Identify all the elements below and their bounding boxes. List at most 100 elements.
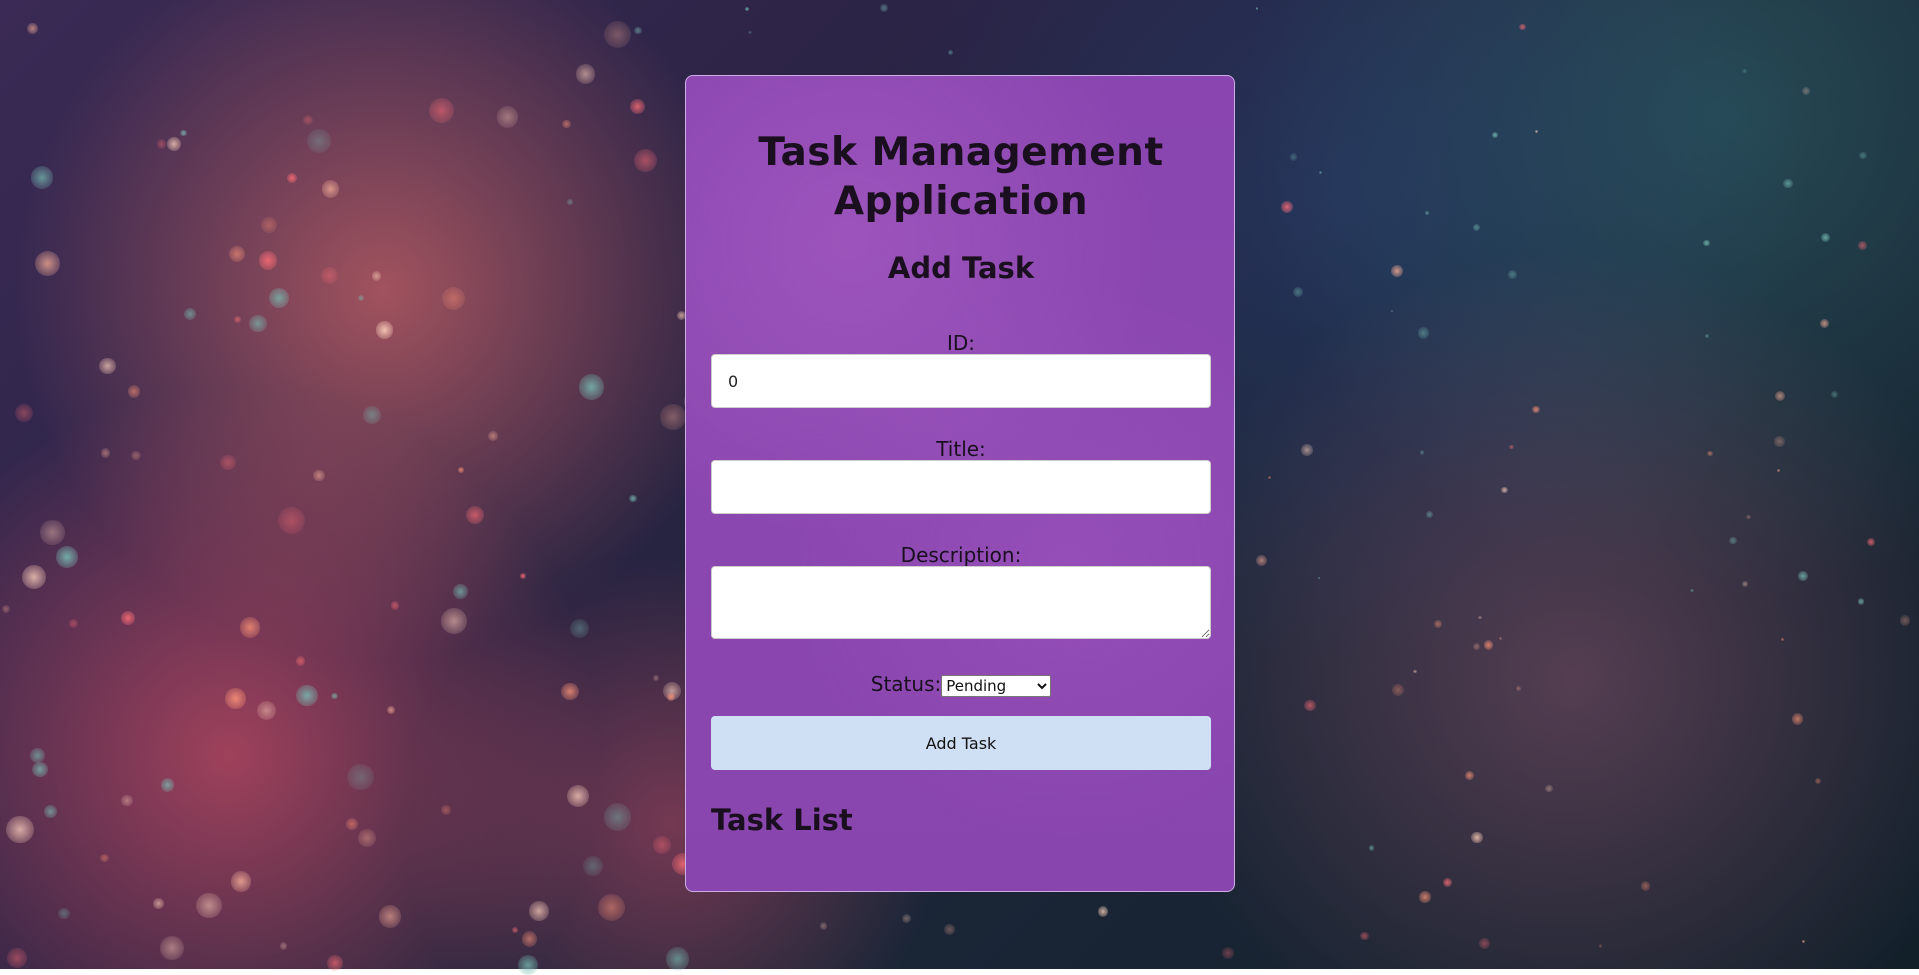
bokeh-dot — [1483, 640, 1494, 650]
bokeh-dot — [1317, 576, 1321, 579]
bokeh-dot — [528, 901, 549, 922]
bokeh-dot — [1479, 938, 1491, 950]
bokeh-dot — [1419, 891, 1431, 903]
bokeh-dot — [1729, 536, 1737, 545]
bokeh-dot — [582, 855, 604, 877]
bokeh-dot — [35, 251, 61, 277]
bokeh-dot — [948, 50, 953, 56]
bokeh-dot — [321, 180, 340, 198]
title-input[interactable] — [711, 460, 1211, 514]
bokeh-dot — [1491, 131, 1498, 138]
bokeh-dot — [313, 469, 325, 482]
bokeh-dot — [1471, 831, 1483, 844]
bokeh-dot — [1791, 713, 1804, 726]
bokeh-dot — [69, 619, 78, 628]
bokeh-dot — [224, 688, 246, 710]
bokeh-dot — [7, 948, 27, 968]
status-select[interactable]: Pending — [941, 674, 1052, 697]
bokeh-dot — [1499, 637, 1502, 640]
bokeh-dot — [258, 251, 278, 271]
bokeh-dot — [1477, 615, 1482, 620]
bokeh-dot — [183, 308, 197, 321]
add-task-button[interactable]: Add Task — [711, 716, 1211, 770]
description-textarea[interactable] — [711, 566, 1211, 639]
bokeh-dot — [1857, 598, 1865, 606]
bokeh-dot — [1391, 265, 1404, 277]
bokeh-dot — [465, 505, 485, 525]
bokeh-dot — [1391, 683, 1404, 696]
bokeh-dot — [1255, 7, 1258, 10]
bokeh-dot — [1501, 486, 1508, 494]
bokeh-dot — [452, 584, 468, 600]
bokeh-dot — [30, 748, 46, 764]
bokeh-dot — [570, 618, 590, 639]
bokeh-dot — [604, 20, 632, 48]
id-input[interactable] — [711, 354, 1211, 408]
bokeh-dot — [1434, 620, 1442, 628]
bokeh-dot — [1304, 699, 1316, 712]
bokeh-dot — [228, 245, 246, 263]
bokeh-dot — [160, 778, 175, 793]
bokeh-dot — [56, 546, 78, 568]
bokeh-dot — [307, 129, 332, 154]
bokeh-dot — [1802, 939, 1806, 944]
bokeh-dot — [376, 321, 394, 339]
bokeh-dot — [511, 926, 518, 933]
bokeh-dot — [634, 148, 657, 172]
bokeh-dot — [362, 406, 382, 425]
bokeh-dot — [1742, 68, 1747, 74]
bokeh-dot — [629, 98, 645, 114]
bokeh-dot — [1798, 571, 1809, 581]
bokeh-dot — [1368, 845, 1375, 851]
bokeh-dot — [22, 564, 47, 589]
bokeh-dot — [286, 172, 297, 183]
bokeh-dot — [1858, 241, 1867, 250]
description-label: Description: — [900, 543, 1022, 567]
bokeh-dot — [1508, 270, 1517, 280]
bokeh-dot — [295, 655, 306, 666]
bokeh-dot — [578, 374, 605, 401]
bokeh-dot — [14, 403, 33, 422]
bokeh-dot — [1781, 638, 1784, 642]
bokeh-dot — [1535, 130, 1539, 134]
bokeh-dot — [58, 907, 70, 919]
bokeh-dot — [99, 853, 109, 863]
bokeh-dot — [652, 674, 660, 682]
bokeh-dot — [1707, 450, 1713, 457]
bokeh-dot — [303, 114, 314, 126]
bokeh-dot — [156, 139, 167, 149]
bokeh-dot — [1318, 171, 1322, 175]
bokeh-dot — [219, 454, 236, 471]
bokeh-dot — [1815, 777, 1822, 784]
bokeh-dot — [1465, 771, 1474, 781]
bokeh-dot — [662, 681, 681, 701]
bokeh-dot — [1222, 946, 1235, 959]
bokeh-dot — [1516, 685, 1522, 691]
bokeh-dot — [562, 119, 571, 129]
bokeh-dot — [1819, 319, 1829, 329]
bokeh-dot — [1820, 232, 1830, 242]
bokeh-dot — [152, 897, 165, 909]
bokeh-dot — [1741, 580, 1748, 587]
bokeh-dot — [1391, 310, 1394, 313]
bokeh-dot — [819, 922, 828, 931]
bokeh-dot — [748, 30, 752, 35]
bokeh-dot — [346, 817, 359, 831]
bokeh-dot — [180, 129, 187, 136]
bokeh-dot — [1830, 391, 1838, 399]
bokeh-dot — [944, 924, 955, 936]
page-title: Task Management Application — [758, 130, 1164, 224]
bokeh-dot — [1255, 554, 1267, 566]
bokeh-dot — [357, 294, 365, 302]
bokeh-dot — [521, 930, 538, 947]
add-task-heading: Add Task — [887, 251, 1035, 285]
status-row: Status: Pending — [686, 672, 1234, 697]
id-label: ID: — [946, 331, 976, 355]
bokeh-dot — [234, 315, 242, 323]
bokeh-dot — [652, 835, 672, 855]
bokeh-dot — [1097, 906, 1109, 917]
bokeh-dot — [5, 815, 34, 844]
bokeh-dot — [441, 608, 467, 634]
bokeh-dot — [99, 357, 116, 374]
bokeh-dot — [1704, 333, 1710, 339]
